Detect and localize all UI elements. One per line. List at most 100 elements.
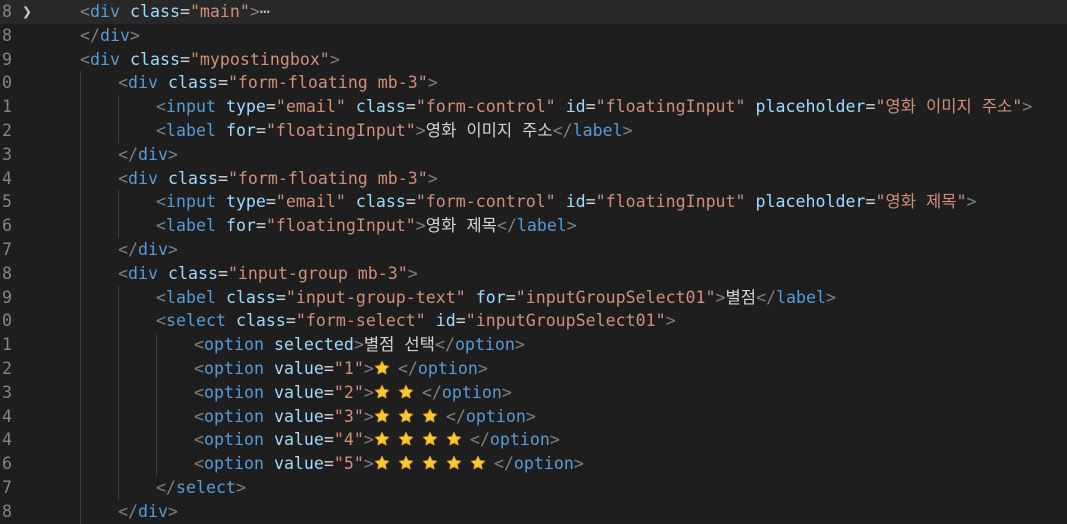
code-line[interactable]: 8 </div> <box>0 24 1067 48</box>
code-punctuation: </ <box>552 121 573 140</box>
attribute-value: "floatingInput" <box>265 121 416 140</box>
code-line[interactable]: 1 <input type="email" class="form-control… <box>0 95 1067 119</box>
code-line[interactable]: 2 <label for="floatingInput">영화 이미지 주소</l… <box>0 119 1067 143</box>
indent-guide <box>42 0 80 24</box>
html-tag-name: select <box>175 478 236 497</box>
code-punctuation: > <box>363 382 374 402</box>
indent-guide <box>80 476 118 500</box>
code-punctuation: > <box>1022 97 1033 117</box>
code-punctuation: > <box>826 287 837 307</box>
code-punctuation: < <box>156 311 166 331</box>
code-line[interactable]: 6 <option value="5"> </option> <box>0 452 1067 476</box>
html-attribute: for <box>225 121 256 140</box>
code-equals: = <box>323 359 334 378</box>
code-line[interactable]: 3 </div> <box>0 142 1067 167</box>
star-emoji-icon <box>446 455 462 471</box>
code-punctuation: > <box>514 335 525 355</box>
indent-guide <box>80 166 118 191</box>
code-line[interactable]: 6 <label for="floatingInput">영화 제목</label… <box>0 214 1067 238</box>
code-punctuation: < <box>194 382 204 402</box>
star-emoji-icon <box>470 455 486 471</box>
code-punctuation: </ <box>493 454 514 474</box>
html-attribute: class <box>355 192 406 212</box>
html-attribute: class <box>355 97 406 117</box>
code-punctuation: < <box>80 49 90 69</box>
code-line[interactable]: 3 <option value="2"> </option> <box>0 380 1067 405</box>
code-punctuation: < <box>194 430 204 450</box>
code-editor[interactable]: 8 ❯ <div class="main">⋯ 8 </div> 9 <div class=… <box>0 0 1067 524</box>
html-tag-name: option <box>204 454 264 474</box>
code-punctuation: > <box>622 121 633 140</box>
code-punctuation: < <box>194 335 204 355</box>
code-content: <option value="5"> </option> <box>42 452 584 476</box>
code-content: <div class="input-group mb-3"> <box>42 261 418 286</box>
html-attribute: class <box>167 73 218 93</box>
attribute-value: "3" <box>333 406 364 426</box>
code-line[interactable]: 9 <label class="input-group-text" for="in… <box>0 285 1067 310</box>
html-tag-name: option <box>204 359 264 378</box>
html-tag-name: input <box>166 97 216 117</box>
code-line[interactable]: 8 ❯ <div class="main">⋯ <box>0 0 1067 24</box>
code-punctuation: < <box>194 359 204 378</box>
code-punctuation: > <box>167 501 178 521</box>
html-attribute: value <box>273 359 324 378</box>
chevron-right-icon[interactable]: ❯ <box>20 0 34 24</box>
code-line[interactable]: 4 <option value="3"> </option> <box>0 404 1067 429</box>
star-emoji-icon <box>374 384 390 400</box>
code-line[interactable]: 2 <option value="1"> </option> <box>0 357 1067 381</box>
html-attribute: class <box>129 2 180 21</box>
code-equals: = <box>265 97 276 117</box>
indent-guide <box>42 262 80 286</box>
indent-guide <box>118 404 156 429</box>
star-rating <box>374 430 470 449</box>
html-tag-name: input <box>166 192 216 212</box>
indent-guide <box>118 190 156 215</box>
code-punctuation: > <box>501 382 512 402</box>
code-line[interactable]: 7 </div> <box>0 238 1067 262</box>
code-line[interactable]: 0 <select class="form-select" id="inputGr… <box>0 309 1067 334</box>
code-punctuation: > <box>427 168 438 188</box>
indent-guide <box>80 333 118 357</box>
code-content: <label class="input-group-text" for="inp… <box>42 285 837 310</box>
code-line[interactable]: 8 </div> <box>0 499 1067 524</box>
code-content: <label for="floatingInput">영화 이미지 주소</la… <box>42 119 633 143</box>
indent-guide <box>80 357 118 381</box>
indent-guide <box>118 95 156 119</box>
code-line[interactable]: 1 <option selected>별점 선택</option> <box>0 333 1067 357</box>
code-line[interactable]: 0 <div class="form-floating mb-3"> <box>0 71 1067 96</box>
code-equals: = <box>323 430 334 450</box>
code-equals: = <box>217 263 228 283</box>
code-content: <div class="mypostingbox"> <box>42 48 340 72</box>
html-attribute: class <box>235 311 286 331</box>
indent-guide <box>42 500 80 524</box>
line-number: 4 <box>2 168 12 188</box>
html-tag-name: div <box>137 240 168 259</box>
code-punctuation: < <box>194 406 204 426</box>
code-line[interactable]: 9 <div class="mypostingbox"> <box>0 48 1067 72</box>
code-punctuation: < <box>156 97 166 117</box>
html-attribute: placeholder <box>755 192 866 212</box>
code-equals: = <box>585 97 596 117</box>
code-line[interactable]: 4 <option value="4"> </option> <box>0 428 1067 453</box>
attribute-value: "email" <box>275 97 346 117</box>
code-equals: = <box>179 49 190 69</box>
code-line[interactable]: 8 <div class="input-group mb-3"> <box>0 261 1067 286</box>
code-equals: = <box>585 192 596 212</box>
code-line[interactable]: 5 <input type="email" class="form-control… <box>0 190 1067 215</box>
indent-guide <box>80 261 118 286</box>
code-content: </div> <box>42 499 178 524</box>
element-text: 영화 제목 <box>425 216 497 236</box>
star-emoji-icon <box>374 408 390 424</box>
code-punctuation: </ <box>496 216 517 236</box>
code-line[interactable]: 7 </select> <box>0 476 1067 500</box>
code-equals: = <box>255 121 266 140</box>
html-tag-name: label <box>166 216 216 236</box>
indent-guide <box>42 286 80 310</box>
indent-guide <box>42 95 80 119</box>
code-line[interactable]: 4 <div class="form-floating mb-3"> <box>0 166 1067 191</box>
indent-guide <box>118 357 156 381</box>
